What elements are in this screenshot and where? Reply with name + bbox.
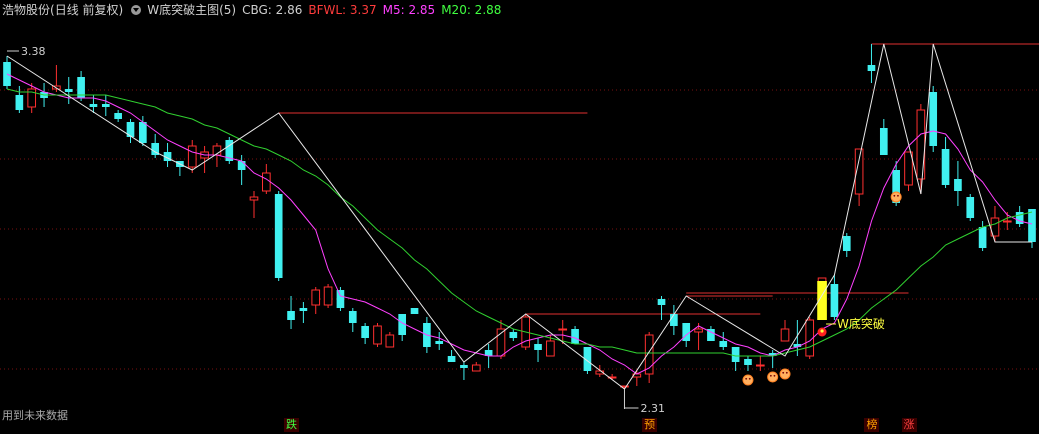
candle-body (879, 128, 888, 155)
smiley-icon (779, 368, 791, 380)
smiley-eye (769, 374, 772, 377)
candle-body (929, 92, 938, 146)
candle-body (435, 341, 444, 344)
smiley-eye (893, 194, 896, 197)
candle-body (719, 341, 728, 347)
candle-body (571, 329, 579, 344)
candle-body (830, 284, 839, 317)
smiley-eye (897, 194, 899, 197)
candle-body (534, 344, 542, 350)
candle-body (139, 122, 147, 143)
smiley-icon (742, 374, 754, 386)
candle-body (1002, 220, 1012, 223)
candle-body (410, 308, 419, 314)
smiley-eye (773, 374, 776, 377)
candle-body (336, 290, 345, 308)
candle-body (954, 179, 962, 191)
signal-dot-center (820, 329, 824, 333)
candle-body (744, 359, 752, 365)
candle-body (15, 95, 24, 110)
smiley-eye (745, 377, 748, 380)
signal-label: W底突破 (837, 316, 885, 331)
signal-marker: 涨 (901, 418, 917, 432)
zigzag-line (6, 43, 1032, 390)
candle-body (731, 347, 740, 362)
smiley-eye (748, 377, 751, 380)
candle-body (1028, 209, 1036, 242)
candle-body (682, 323, 691, 341)
candle-body (447, 356, 456, 362)
candle-body (546, 340, 555, 357)
smiley-eye (782, 371, 785, 374)
high-label: 3.38 (21, 45, 46, 58)
candle-body (274, 194, 283, 278)
candle-body (460, 365, 468, 368)
candle-body (694, 328, 703, 333)
candle-body (373, 325, 382, 345)
candle-body (509, 332, 518, 338)
signal-marker: 预 (642, 418, 658, 432)
candle-body (187, 145, 197, 168)
candle-body (941, 149, 950, 185)
candle-body (89, 104, 98, 107)
candle-body (966, 197, 975, 218)
candle-body (385, 334, 395, 348)
candle-body (101, 104, 110, 107)
candle-body (1015, 212, 1024, 224)
candle-body (249, 196, 259, 201)
candle-body (471, 364, 481, 372)
candle-body (780, 328, 790, 342)
candle-body (361, 326, 369, 338)
candle-body (657, 299, 666, 305)
candle-body (755, 364, 765, 367)
candle-body (311, 289, 321, 306)
smiley-eye (785, 371, 788, 374)
candle-body (299, 308, 308, 311)
candle-body (916, 109, 926, 180)
future-data-note: 用到未来数据 (2, 409, 68, 422)
candlestick-chart[interactable]: 3.38 2.31 W底突破 (0, 0, 1039, 434)
candle-body (904, 151, 913, 186)
candle-body (558, 328, 568, 331)
ma-line-m20 (6, 88, 1033, 357)
signal-marker: 跌 (284, 418, 300, 432)
candle-body (867, 65, 876, 71)
signal-marker: 榜 (864, 418, 880, 432)
candle-body (114, 113, 122, 119)
smiley-icon (890, 191, 902, 203)
low-label: 2.31 (640, 402, 665, 415)
candle-body (262, 172, 271, 192)
candle-body (348, 311, 357, 323)
candle-body (237, 161, 246, 170)
candle-body (323, 286, 333, 306)
candle-body (670, 314, 678, 326)
candle-body (287, 311, 295, 320)
candle-body (978, 227, 987, 248)
smiley-icon (767, 371, 779, 383)
candle-body (842, 236, 851, 251)
candle-body (64, 89, 73, 92)
